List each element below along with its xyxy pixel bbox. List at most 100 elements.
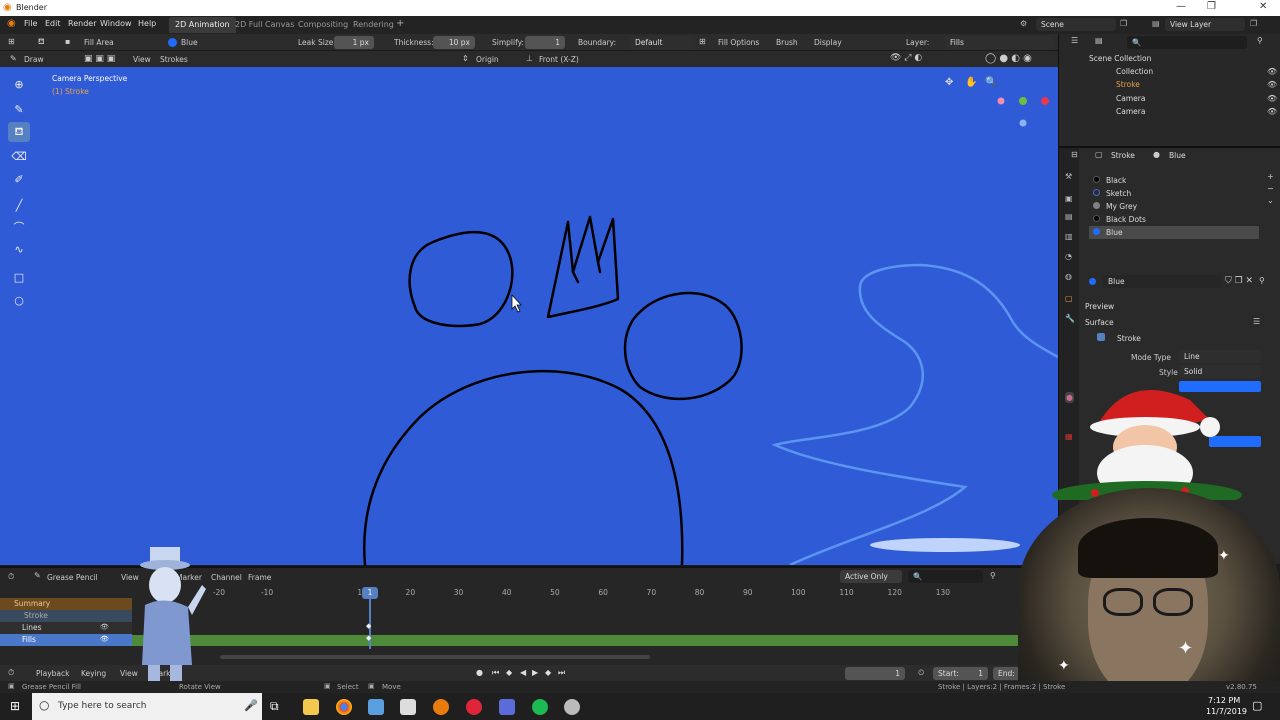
remove-slot-icon[interactable]: −	[1267, 184, 1274, 193]
menu-window[interactable]: Window	[100, 19, 132, 28]
channel-stroke[interactable]: Stroke	[0, 610, 132, 622]
mode-type-dropdown[interactable]: Line	[1179, 350, 1261, 363]
material-actions-icons[interactable]: ⛉ ❐ ✕	[1225, 276, 1253, 286]
menu-edit[interactable]: Edit	[45, 19, 61, 28]
file-explorer-icon[interactable]	[303, 699, 319, 715]
box-tool-icon[interactable]: □	[8, 268, 30, 288]
play-reverse-button[interactable]: ◀	[520, 668, 526, 677]
add-workspace-button[interactable]: +	[396, 18, 404, 29]
current-frame-field[interactable]: 1	[845, 667, 905, 680]
tint-tool-icon[interactable]: ✐	[8, 170, 30, 190]
play-button[interactable]: ▶	[532, 668, 538, 677]
display-menu[interactable]: Display	[814, 38, 842, 47]
zoom-view-icon[interactable]: 🔍	[985, 77, 997, 88]
view-layer-tab-icon[interactable]: ▥	[1065, 232, 1073, 241]
drawing-plane-dropdown[interactable]: Front (X-Z)	[539, 55, 579, 64]
new-scene-icon[interactable]: ❐	[1120, 19, 1127, 28]
material-selector[interactable]: Blue	[181, 38, 198, 47]
frame-ruler[interactable]: -30-20-10102030405060708090100110120130	[132, 587, 1058, 599]
notification-icon[interactable]: ▢	[1252, 699, 1262, 712]
dopesheet-search-input[interactable]: 🔍	[908, 570, 983, 583]
filter-icon[interactable]: ⚲	[990, 571, 996, 580]
tab-2d-animation[interactable]: 2D Animation	[169, 17, 236, 33]
panel-stroke-header[interactable]: Stroke	[1117, 334, 1141, 343]
slot-menu-icon[interactable]: ⌄	[1267, 196, 1274, 205]
material-slot-my-grey[interactable]: My Grey	[1089, 200, 1259, 213]
cursor-tool-icon[interactable]: ⊕	[8, 75, 30, 95]
output-tab-icon[interactable]: ▤	[1065, 212, 1073, 221]
scene-tab-icon[interactable]: ◔	[1065, 252, 1072, 261]
new-view-layer-icon[interactable]: ❐	[1250, 19, 1257, 28]
clock-date[interactable]: 11/7/2019	[1206, 707, 1247, 716]
modifier-tab-icon[interactable]: 🔧	[1065, 314, 1075, 323]
visibility-eye-icon[interactable]: 👁	[1267, 67, 1277, 76]
menu-help[interactable]: Help	[138, 19, 156, 28]
camera-view-icon[interactable]: ✥	[945, 77, 953, 88]
visibility-eye-icon[interactable]: 👁	[100, 623, 109, 631]
draw-tool-icon[interactable]: ✎	[8, 100, 30, 120]
material-slot-blue[interactable]: Blue	[1089, 226, 1259, 239]
line-tool-icon[interactable]: ╱	[8, 196, 30, 216]
visibility-eye-icon[interactable]: 👁	[1267, 80, 1277, 89]
origin-dropdown[interactable]: Origin	[476, 55, 499, 64]
select-mode-icons[interactable]: ▣ ▣ ▣	[84, 54, 115, 64]
blender-menu-icon[interactable]: ◉	[7, 18, 16, 29]
active-only-toggle[interactable]: Active Only	[840, 570, 902, 583]
tab-rendering[interactable]: Rendering	[347, 17, 400, 33]
record-button[interactable]: ●	[476, 668, 483, 677]
task-view-icon[interactable]: ⧉	[270, 699, 279, 714]
timeline-editor-icon[interactable]: ⏱	[8, 668, 14, 678]
material-name-field[interactable]: Blue	[1103, 275, 1221, 288]
curve-tool-icon[interactable]: ∿	[8, 240, 30, 260]
app-icon[interactable]	[466, 699, 482, 715]
stroke-checkbox[interactable]	[1097, 333, 1105, 341]
keyframe-diamond[interactable]: ◆	[366, 622, 371, 630]
windows-start-icon[interactable]: ⊞	[10, 699, 20, 713]
outliner-search-input[interactable]: 🔍	[1127, 36, 1247, 49]
channel-fills[interactable]: Fills	[0, 634, 132, 646]
jump-end-button[interactable]: ⏭	[558, 668, 565, 678]
3d-viewport[interactable]: Camera Perspective (1) Stroke ✥ ✋ 🔍	[0, 67, 1058, 565]
next-keyframe-button[interactable]: ◆	[545, 668, 551, 677]
preview-range-icon[interactable]: ⏲	[918, 668, 924, 678]
navigation-gizmo-buttons[interactable]: ✥ ✋ 🔍	[940, 75, 1000, 93]
scene-selector[interactable]: Scene	[1036, 18, 1116, 31]
boundary-dropdown[interactable]: Default	[630, 36, 695, 49]
list-icon[interactable]: ☰	[1253, 317, 1260, 326]
simplify-field[interactable]: 1	[525, 36, 565, 49]
display-mode-icon[interactable]: ▤	[1095, 36, 1103, 45]
start-frame-field[interactable]: Start: 1	[933, 667, 988, 680]
dopesheet-editor-icon[interactable]: ⏱	[8, 572, 14, 582]
brush-menu[interactable]: Brush	[776, 38, 798, 47]
tool-tab-icon[interactable]: ⚒	[1065, 172, 1072, 181]
app-icon[interactable]	[368, 699, 384, 715]
outliner-scene-collection[interactable]: Scene Collection	[1089, 54, 1151, 63]
playhead-frame-indicator[interactable]: 1	[362, 587, 378, 599]
keyframe-diamond[interactable]: ◆	[366, 634, 371, 642]
app-icon[interactable]	[400, 699, 416, 715]
horizontal-scrollbar[interactable]	[220, 655, 650, 659]
shading-mode-icons[interactable]: ◯ ● ◐ ◉	[985, 53, 1032, 64]
close-button[interactable]: ✕	[1259, 1, 1267, 12]
mode-dropdown[interactable]: Draw	[24, 55, 44, 64]
app-icon[interactable]	[499, 699, 515, 715]
blender-taskbar-icon[interactable]	[433, 699, 449, 715]
visibility-icons[interactable]: 👁 ⤢ ◐	[890, 53, 922, 63]
panel-surface-header[interactable]: Surface	[1085, 318, 1114, 327]
arc-tool-icon[interactable]: ⌒	[8, 218, 30, 238]
menu-file[interactable]: File	[24, 19, 37, 28]
spotify-icon[interactable]	[532, 699, 548, 715]
thickness-field[interactable]: 10 px	[433, 36, 475, 49]
outliner-editor-icon[interactable]: ☰	[1071, 36, 1078, 45]
material-slot-sketch[interactable]: Sketch	[1089, 187, 1259, 200]
channel-summary[interactable]: Summary	[0, 598, 132, 610]
add-slot-icon[interactable]: +	[1267, 172, 1274, 181]
dopesheet-menu-frame[interactable]: Frame	[248, 573, 271, 582]
render-tab-icon[interactable]: ▣	[1065, 194, 1073, 203]
taskbar-search-box[interactable]: ○ Type here to search 🎤	[32, 693, 262, 720]
active-tool-name[interactable]: Fill Area	[84, 38, 114, 47]
fill-tool-icon[interactable]: ⛾	[8, 122, 30, 142]
prev-keyframe-button[interactable]: ◆	[506, 668, 512, 677]
drawing-canvas[interactable]	[0, 67, 1058, 565]
panel-preview-header[interactable]: Preview	[1085, 302, 1114, 311]
